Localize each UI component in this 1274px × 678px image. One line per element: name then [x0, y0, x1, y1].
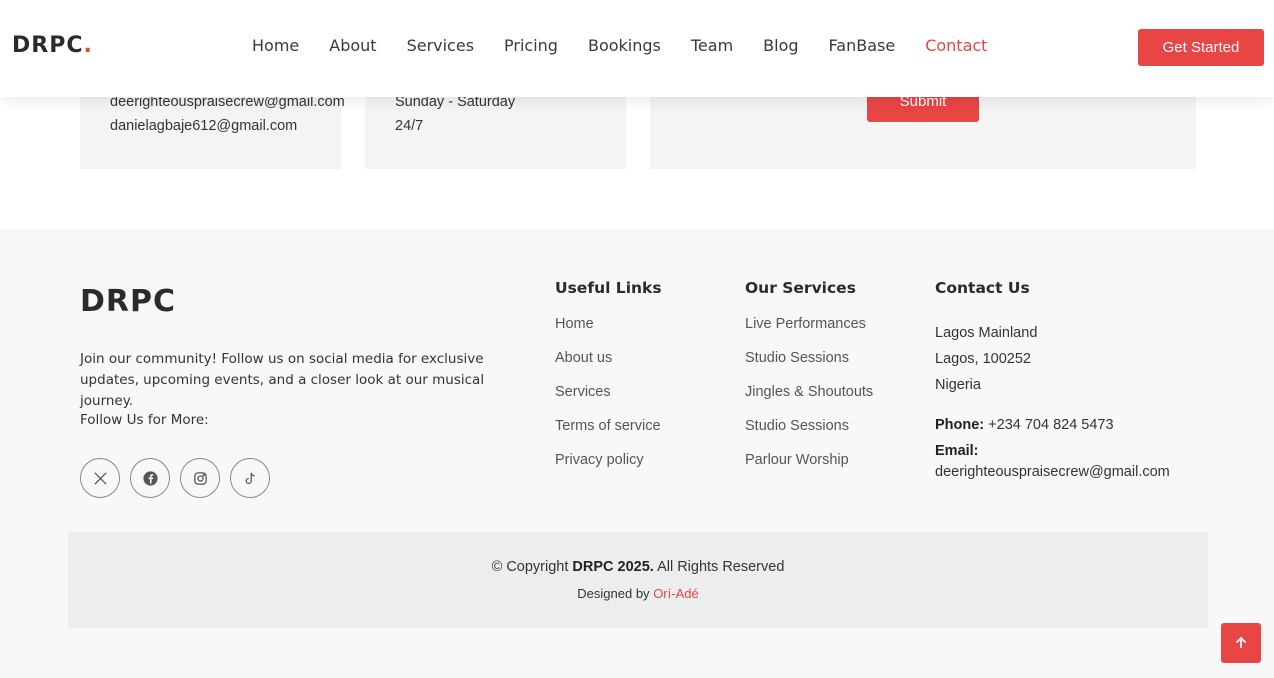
email-label: Email:	[935, 443, 979, 459]
main-nav: Home About Services Pricing Bookings Tea…	[252, 36, 1017, 55]
footer-follow-text: Follow Us for More:	[80, 412, 209, 428]
address-line-2: Lagos, 100252	[935, 351, 1031, 367]
instagram-icon[interactable]	[180, 458, 220, 498]
social-links	[80, 458, 270, 498]
nav-services[interactable]: Services	[407, 36, 474, 55]
phone-value: +234 704 824 5473	[988, 417, 1114, 433]
site-footer: DRPC Join our community! Follow us on so…	[0, 229, 1274, 678]
email-line-2: danielagbaje612@gmail.com	[110, 118, 298, 134]
footer-logo[interactable]: DRPC	[80, 284, 176, 319]
nav-fanbase[interactable]: FanBase	[829, 36, 896, 55]
copyright-bar: © Copyright DRPC 2025. All Rights Reserv…	[68, 532, 1208, 628]
copyright-prefix: © Copyright	[491, 559, 569, 575]
get-started-button[interactable]: Get Started	[1138, 29, 1264, 66]
nav-about[interactable]: About	[329, 36, 376, 55]
logo-text: DRPC	[12, 33, 84, 58]
phone-label: Phone:	[935, 417, 985, 433]
footer-link-terms[interactable]: Terms of service	[555, 418, 661, 452]
designed-by-text: Designed by Orí-Adé	[68, 586, 1208, 601]
useful-links-title: Useful Links	[555, 279, 662, 297]
our-services-list: Live Performances Studio Sessions Jingle…	[745, 316, 873, 486]
contact-phone: Phone: +234 704 824 5473	[935, 415, 1114, 436]
address-line-3: Nigeria	[935, 377, 981, 393]
footer-about-text: Join our community! Follow us on social …	[80, 351, 485, 409]
service-link-studio-2[interactable]: Studio Sessions	[745, 418, 873, 452]
nav-home[interactable]: Home	[252, 36, 299, 55]
our-services-title: Our Services	[745, 279, 856, 297]
hours-time: 24/7	[395, 118, 424, 134]
nav-team[interactable]: Team	[691, 36, 733, 55]
footer-link-services[interactable]: Services	[555, 384, 661, 418]
designer-link[interactable]: Orí-Adé	[653, 586, 699, 601]
scroll-top-button[interactable]	[1221, 623, 1261, 663]
footer-link-privacy[interactable]: Privacy policy	[555, 452, 661, 486]
arrow-up-icon	[1235, 636, 1247, 648]
address-line-1: Lagos Mainland	[935, 325, 1038, 341]
designed-by-label: Designed by	[577, 586, 650, 601]
x-icon[interactable]	[80, 458, 120, 498]
site-header: DRPC. Home About Services Pricing Bookin…	[0, 0, 1274, 97]
useful-links-list: Home About us Services Terms of service …	[555, 316, 661, 486]
nav-pricing[interactable]: Pricing	[504, 36, 558, 55]
tiktok-icon[interactable]	[230, 458, 270, 498]
footer-link-about[interactable]: About us	[555, 350, 661, 384]
copyright-suffix: All Rights Reserved	[657, 559, 785, 575]
service-link-studio[interactable]: Studio Sessions	[745, 350, 873, 384]
contact-address: Lagos Mainland Lagos, 100252 Nigeria	[935, 320, 1037, 398]
site-logo[interactable]: DRPC.	[12, 33, 93, 58]
facebook-icon[interactable]	[130, 458, 170, 498]
copyright-brand: DRPC 2025.	[572, 559, 654, 575]
contact-email: Email: deerighteouspraisecrew@gmail.com	[935, 441, 1170, 483]
service-link-parlour[interactable]: Parlour Worship	[745, 452, 873, 486]
copyright-text: © Copyright DRPC 2025. All Rights Reserv…	[68, 559, 1208, 575]
nav-blog[interactable]: Blog	[763, 36, 798, 55]
nav-contact[interactable]: Contact	[925, 36, 987, 55]
service-link-jingles[interactable]: Jingles & Shoutouts	[745, 384, 873, 418]
email-value: deerighteouspraisecrew@gmail.com	[935, 464, 1170, 480]
nav-bookings[interactable]: Bookings	[588, 36, 661, 55]
logo-dot: .	[83, 33, 93, 58]
service-link-live[interactable]: Live Performances	[745, 316, 873, 350]
footer-link-home[interactable]: Home	[555, 316, 661, 350]
contact-us-title: Contact Us	[935, 279, 1030, 297]
